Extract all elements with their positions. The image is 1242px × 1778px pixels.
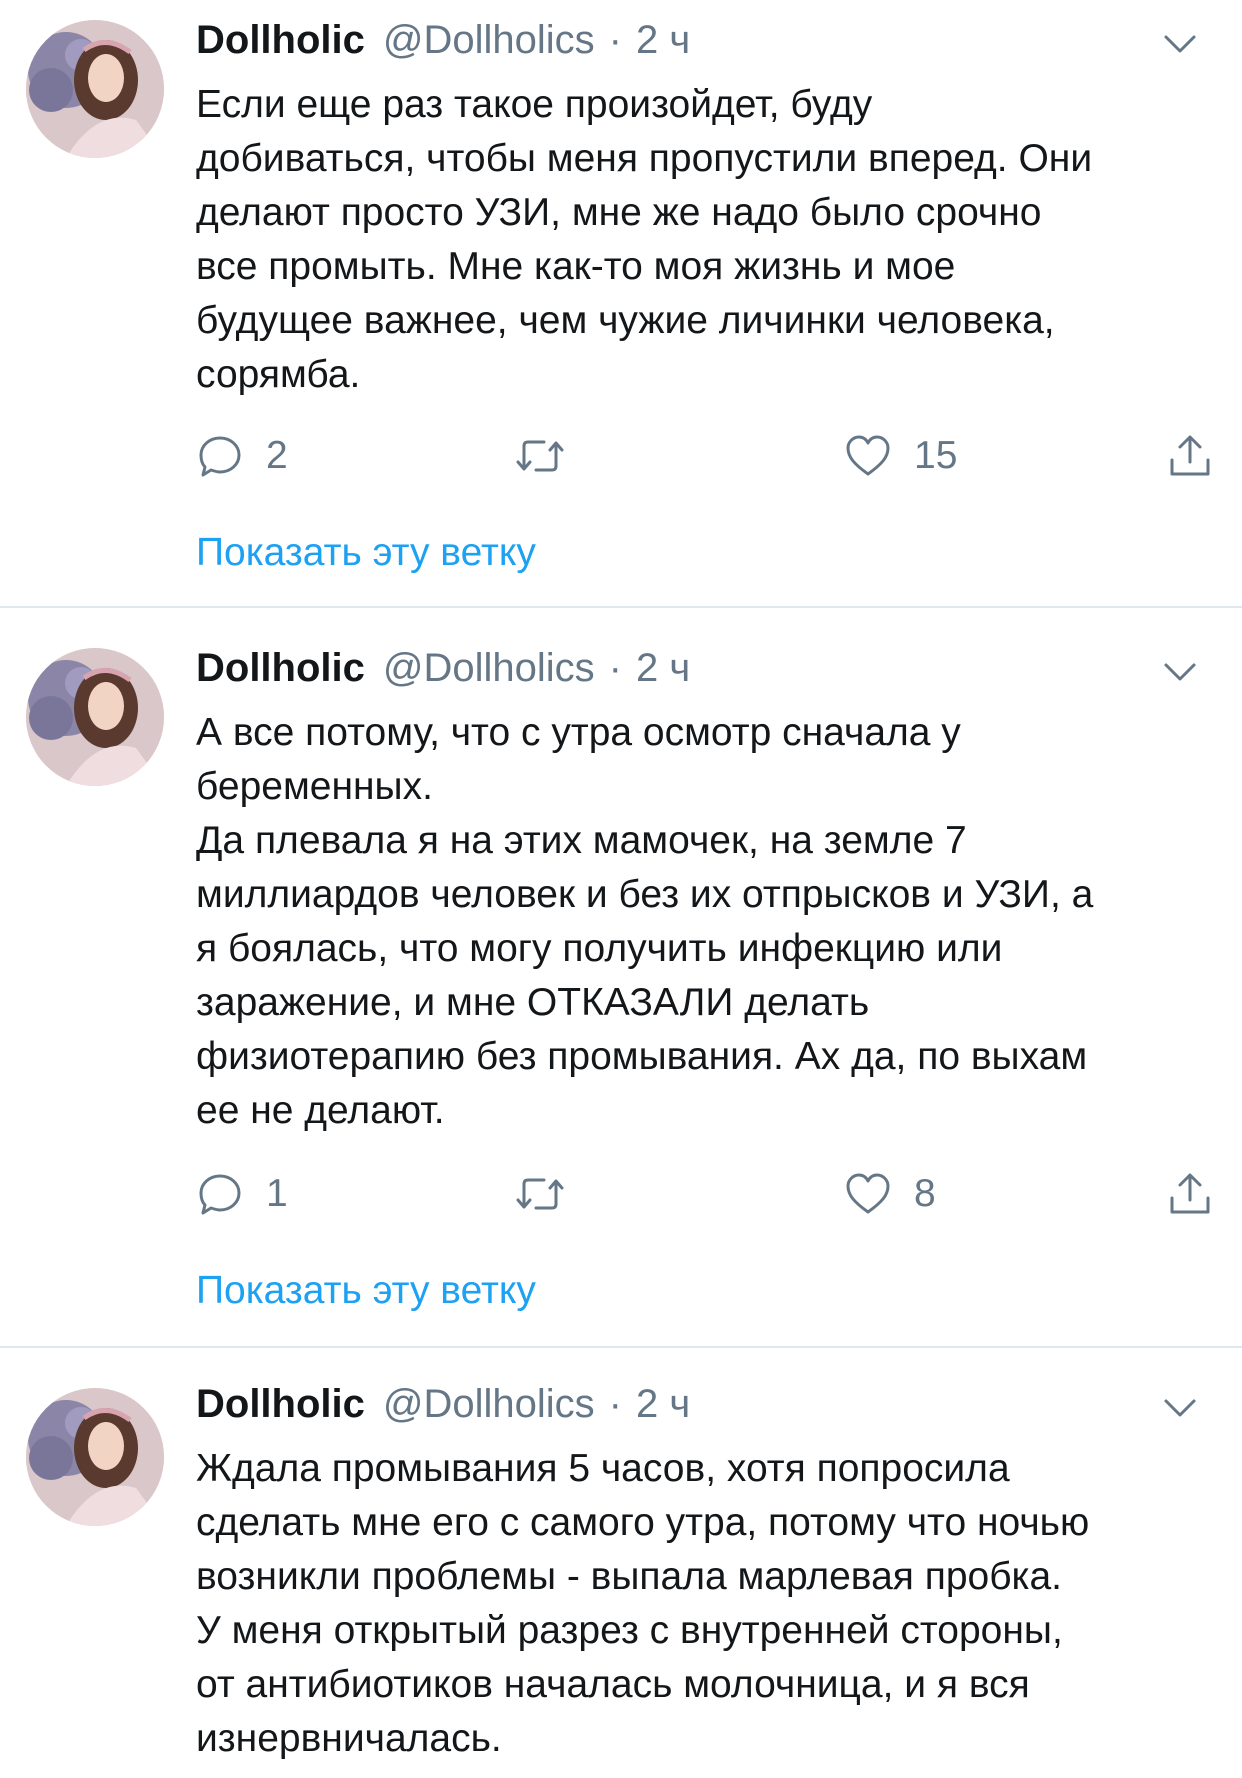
chevron-down-icon[interactable]	[1160, 1388, 1200, 1428]
share-button[interactable]	[1166, 1166, 1214, 1222]
tweet-time[interactable]: 2 ч	[636, 640, 690, 696]
author-handle[interactable]: @Dollholics	[383, 640, 595, 696]
tweet-text: Ждала промывания 5 часов, хотя попросила…	[196, 1447, 1090, 1760]
reply-button[interactable]: 2	[196, 428, 288, 484]
tweet-actions: 2 15	[196, 428, 1216, 484]
separator-dot: ·	[608, 18, 622, 62]
tweet[interactable]: Dollholic @Dollholics · 2 ч А все потому…	[0, 608, 1242, 1346]
retweet-button[interactable]	[514, 428, 588, 484]
author-name[interactable]: Dollholic	[196, 1376, 365, 1432]
heart-icon	[844, 1170, 892, 1218]
like-button[interactable]: 15	[844, 428, 957, 484]
tweet-header: Dollholic @Dollholics · 2 ч	[196, 1376, 690, 1432]
reply-icon	[196, 1170, 244, 1218]
tweet-time[interactable]: 2 ч	[636, 1376, 690, 1432]
reply-icon	[196, 432, 244, 480]
retweet-icon	[514, 432, 566, 480]
tweet-header: Dollholic @Dollholics · 2 ч	[196, 640, 690, 696]
tweet[interactable]: Dollholic @Dollholics · 2 ч Ждала промыв…	[0, 1348, 1242, 1778]
tweet[interactable]: Dollholic @Dollholics · 2 ч Если еще раз…	[0, 0, 1242, 606]
show-thread-link[interactable]: Показать эту ветку	[196, 526, 536, 580]
author-name[interactable]: Dollholic	[196, 12, 365, 68]
author-handle[interactable]: @Dollholics	[383, 12, 595, 68]
retweet-button[interactable]	[514, 1166, 588, 1222]
reply-count: 2	[266, 434, 288, 477]
reply-count: 1	[266, 1172, 288, 1215]
tweet-feed: Dollholic @Dollholics · 2 ч Если еще раз…	[0, 0, 1242, 1778]
separator-dot: ·	[608, 646, 622, 690]
chevron-down-icon[interactable]	[1160, 652, 1200, 692]
share-icon	[1166, 432, 1214, 480]
avatar[interactable]	[26, 648, 164, 786]
share-icon	[1166, 1170, 1214, 1218]
author-handle[interactable]: @Dollholics	[383, 1376, 595, 1432]
avatar[interactable]	[26, 20, 164, 158]
like-button[interactable]: 8	[844, 1166, 936, 1222]
heart-icon	[844, 432, 892, 480]
tweet-text: А все потому, что с утра осмотр сначала …	[196, 711, 1094, 1132]
chevron-down-icon[interactable]	[1160, 24, 1200, 64]
tweet-time[interactable]: 2 ч	[636, 12, 690, 68]
separator-dot: ·	[608, 1382, 622, 1426]
like-count: 15	[914, 434, 958, 477]
reply-button[interactable]: 1	[196, 1166, 288, 1222]
avatar[interactable]	[26, 1388, 164, 1526]
tweet-header: Dollholic @Dollholics · 2 ч	[196, 12, 690, 68]
share-button[interactable]	[1166, 428, 1214, 484]
tweet-actions: 1 8	[196, 1166, 1216, 1222]
author-name[interactable]: Dollholic	[196, 640, 365, 696]
like-count: 8	[914, 1172, 936, 1215]
retweet-icon	[514, 1170, 566, 1218]
tweet-text: Если еще раз такое произойдет, буду доби…	[196, 83, 1093, 396]
show-thread-link[interactable]: Показать эту ветку	[196, 1264, 536, 1318]
